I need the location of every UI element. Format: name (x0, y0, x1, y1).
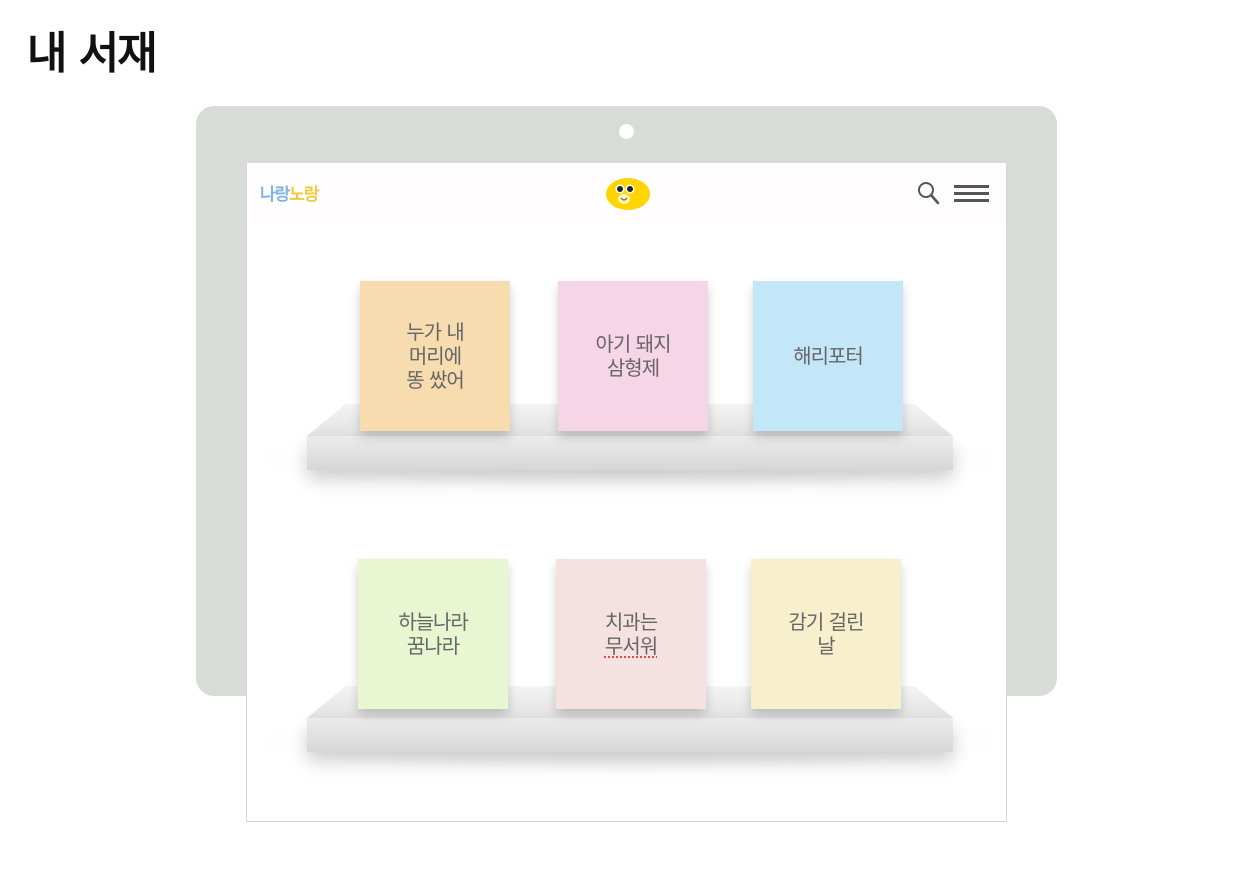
book-card[interactable]: 누가 내 머리에 똥 쌌어 (360, 281, 510, 431)
brand-logo[interactable]: 나랑노랑 (260, 180, 320, 205)
book-card[interactable]: 치과는 무서워 (556, 559, 706, 709)
hamburger-menu-icon[interactable] (954, 183, 990, 205)
tablet-screen: 나랑노랑 누가 내 머리에 똥 쌌어 아기 돼지 삼형제 해리포터 하늘나라 꿈… (246, 163, 1013, 822)
mascot-logo-icon[interactable] (605, 177, 655, 211)
brand-logo-part1: 나랑 (260, 185, 290, 205)
book-card[interactable]: 해리포터 (753, 281, 903, 431)
book-card[interactable]: 감기 걸린 날 (751, 559, 901, 709)
book-card[interactable]: 하늘나라 꿈나라 (358, 559, 508, 709)
brand-logo-part2: 노랑 (289, 185, 319, 205)
page-title: 내 서재 (27, 28, 158, 79)
search-icon[interactable] (916, 180, 942, 206)
camera-icon (619, 124, 634, 139)
book-title: 치과는 무서워 (604, 610, 658, 658)
book-card[interactable]: 아기 돼지 삼형제 (558, 281, 708, 431)
